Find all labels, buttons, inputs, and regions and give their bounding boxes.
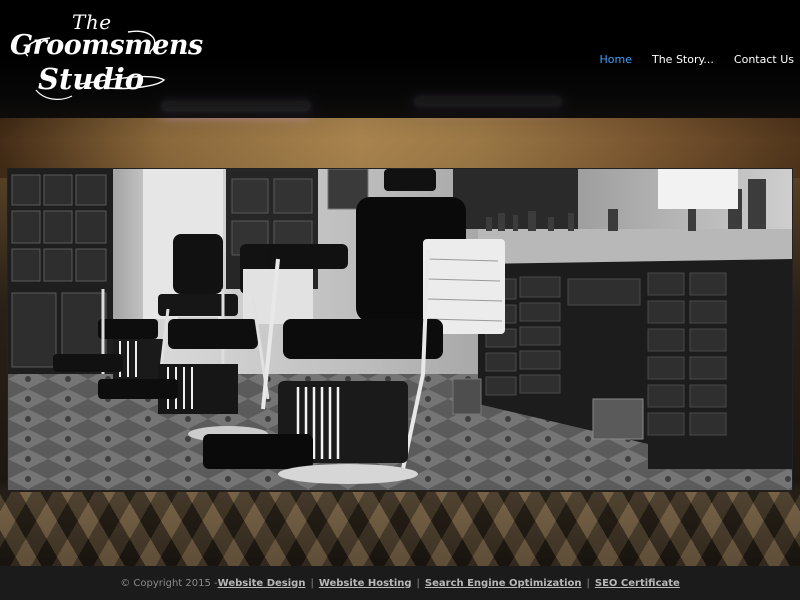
footer-separator: | [416, 577, 420, 589]
footer-link-website-hosting[interactable]: Website Hosting [319, 578, 412, 589]
site-header: The Groomsmens Studio Home The Story... … [0, 0, 800, 118]
logo-text-studio: Studio [38, 62, 145, 96]
nav-the-story[interactable]: The Story... [652, 53, 714, 66]
main-nav: Home The Story... Contact Us [600, 53, 795, 66]
hero-image [7, 168, 793, 491]
nav-contact-us[interactable]: Contact Us [734, 53, 794, 66]
barber-shop-photo [8, 169, 792, 490]
footer-separator: | [586, 577, 590, 589]
copyright-text: © Copyright 2015 - [120, 577, 218, 589]
site-footer: © Copyright 2015 - Website Design | Webs… [0, 566, 800, 600]
logo-text-groomsmens: Groomsmens [10, 30, 203, 61]
footer-link-website-design[interactable]: Website Design [218, 578, 306, 589]
site-logo[interactable]: The Groomsmens Studio [10, 10, 203, 105]
checkered-floor [0, 492, 800, 566]
footer-link-seo-certificate[interactable]: SEO Certificate [595, 578, 680, 589]
nav-home[interactable]: Home [600, 53, 632, 66]
footer-separator: | [310, 577, 314, 589]
footer-link-seo[interactable]: Search Engine Optimization [425, 578, 582, 589]
